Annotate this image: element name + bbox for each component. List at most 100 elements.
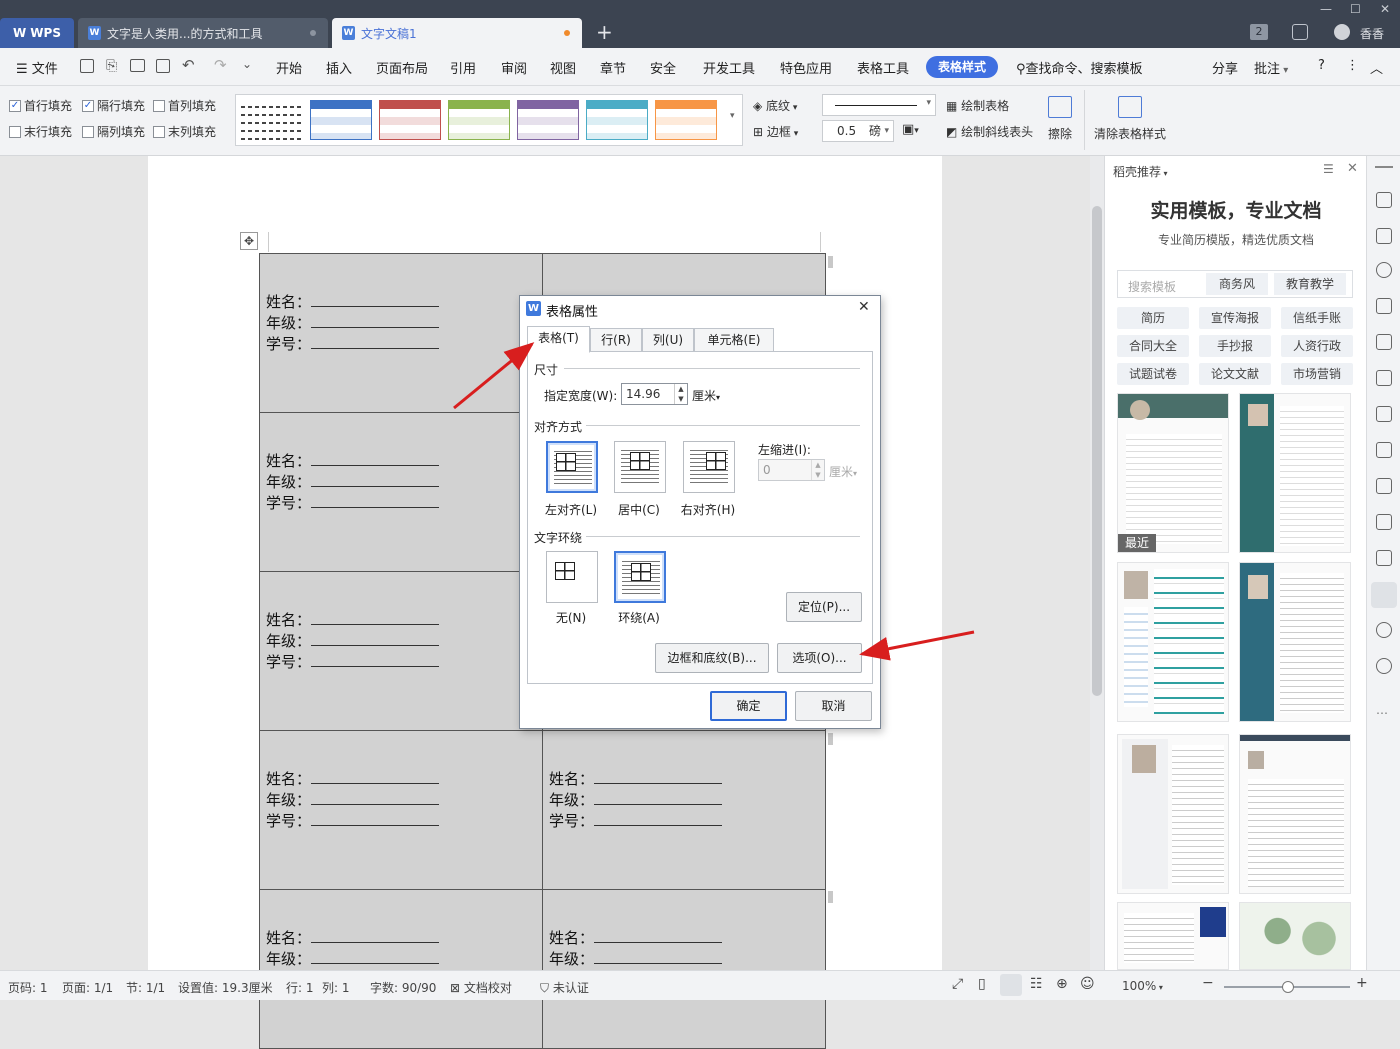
share-button[interactable]: 分享 xyxy=(1212,58,1238,77)
lock-icon[interactable] xyxy=(1376,406,1392,422)
table-style-swatch[interactable] xyxy=(448,100,510,140)
draw-table-button[interactable]: ▦ 绘制表格 xyxy=(946,97,1009,114)
table-cell[interactable]: 姓名： 年级： 学号： xyxy=(259,253,543,413)
position-button[interactable]: 定位(P)... xyxy=(786,592,862,622)
fill-in-line[interactable] xyxy=(311,791,440,805)
more-quick-icon[interactable]: ⌄ xyxy=(242,57,252,71)
menu-item-security[interactable]: 安全 xyxy=(650,58,676,77)
maximize-icon[interactable]: ☐ xyxy=(1350,2,1361,16)
menu-item-chapter[interactable]: 章节 xyxy=(600,58,626,77)
status-pages[interactable]: 页面: 1/1 xyxy=(62,979,113,996)
chip-hr-admin[interactable]: 人资行政 xyxy=(1281,335,1353,357)
tab-table[interactable]: 表格(T) xyxy=(527,326,590,353)
export-icon[interactable]: ⎘ xyxy=(106,58,117,74)
template-thumbnail[interactable] xyxy=(1239,734,1351,894)
table-cell[interactable]: 姓名： 年级： 学号： xyxy=(259,412,543,572)
search-command[interactable]: ⚲查找命令、搜索模板 xyxy=(1016,58,1143,77)
sidebar-header[interactable]: 稻壳推荐 ▾ xyxy=(1113,163,1168,180)
width-unit-select[interactable]: 厘米▾ xyxy=(692,387,720,404)
print-icon[interactable] xyxy=(130,59,145,72)
fill-in-line[interactable] xyxy=(311,611,440,625)
gallery-expand-icon[interactable]: ▾ xyxy=(730,111,735,121)
wrap-around-option[interactable] xyxy=(614,551,666,603)
tab-column[interactable]: 列(U) xyxy=(642,328,694,352)
zoom-slider[interactable] xyxy=(1224,981,1350,993)
line-width-select[interactable]: 0.5 磅 ▾ xyxy=(822,120,894,142)
chip-exam[interactable]: 试题试卷 xyxy=(1117,363,1189,385)
options-button[interactable]: 选项(O)... xyxy=(777,643,862,673)
checkbox-last-column-fill[interactable]: 末列填充 xyxy=(153,123,216,140)
menu-item-insert[interactable]: 插入 xyxy=(326,58,352,77)
fill-in-line[interactable] xyxy=(594,770,723,784)
fill-in-line[interactable] xyxy=(311,929,440,943)
status-word-count[interactable]: 字数: 90/90 xyxy=(370,979,436,996)
template-thumbnail[interactable] xyxy=(1239,562,1351,722)
chart-icon[interactable] xyxy=(1376,622,1392,638)
status-setting-value[interactable]: 设置值: 19.3厘米 xyxy=(178,979,273,996)
indent-input[interactable]: 0 ▲ ▼ xyxy=(758,459,825,481)
erase-button[interactable]: 擦除 xyxy=(1048,125,1072,142)
fill-in-line[interactable] xyxy=(594,929,723,943)
template-thumbnail[interactable]: 最近 xyxy=(1117,393,1229,553)
fill-in-line[interactable] xyxy=(311,473,440,487)
table-cell[interactable]: 姓名： 年级： 学号： xyxy=(259,571,543,731)
clear-style-icon[interactable] xyxy=(1118,96,1142,118)
clear-table-style-button[interactable]: 清除表格样式 xyxy=(1094,125,1166,142)
skin-icon[interactable] xyxy=(1292,24,1308,40)
table-style-swatch[interactable] xyxy=(310,100,372,140)
new-tab-button[interactable]: + xyxy=(596,20,613,44)
zoom-in-icon[interactable]: + xyxy=(1356,975,1368,991)
help-circle-icon[interactable] xyxy=(1376,658,1392,674)
sidebar-close-icon[interactable]: ✕ xyxy=(1347,161,1358,176)
menu-item-table-style[interactable]: 表格样式 xyxy=(926,56,998,78)
menu-item-layout[interactable]: 页面布局 xyxy=(376,58,428,77)
template-active-icon[interactable] xyxy=(1371,582,1397,608)
wrap-none-option[interactable] xyxy=(546,551,598,603)
table-cell[interactable]: 姓名： 年级： xyxy=(259,889,543,1049)
fullscreen-icon[interactable]: ⤢ xyxy=(952,976,963,992)
select-icon[interactable] xyxy=(1376,228,1392,244)
document-scrollbar[interactable] xyxy=(1090,156,1104,970)
shading-button[interactable]: ◈ 底纹 ▾ xyxy=(753,97,797,114)
menu-item-review[interactable]: 审阅 xyxy=(501,58,527,77)
table-style-swatch[interactable] xyxy=(517,100,579,140)
comment-button[interactable]: 批注 ▾ xyxy=(1254,58,1288,77)
archive-icon[interactable] xyxy=(1376,514,1392,530)
zoom-slider-thumb[interactable] xyxy=(1282,981,1294,993)
chip-handwritten[interactable]: 手抄报 xyxy=(1199,335,1271,357)
close-window-icon[interactable]: ✕ xyxy=(1380,2,1390,16)
minimize-icon[interactable]: — xyxy=(1320,2,1332,16)
shapes-icon[interactable] xyxy=(1376,262,1392,278)
chip-stationery[interactable]: 信纸手账 xyxy=(1281,307,1353,329)
status-column[interactable]: 列: 1 xyxy=(322,979,350,996)
web-view-icon[interactable]: ⊕ xyxy=(1056,976,1068,992)
avatar[interactable] xyxy=(1334,24,1350,40)
table-cell[interactable]: 姓名： 年级： 学号： xyxy=(259,730,543,890)
template-thumbnail[interactable] xyxy=(1117,562,1229,722)
file-menu[interactable]: ☰ 文件 xyxy=(16,58,58,77)
tab-wps-home[interactable]: W WPS xyxy=(0,18,74,48)
image-search-icon[interactable] xyxy=(1376,442,1392,458)
help-icon[interactable]: ? xyxy=(1318,58,1325,73)
borders-shading-button[interactable]: 边框和底纹(B)... xyxy=(655,643,769,673)
fill-in-line[interactable] xyxy=(311,452,440,466)
tab-document-1[interactable]: W 文字是人类用...的方式和工具 xyxy=(78,18,328,48)
collapse-ribbon-icon[interactable]: ︿ xyxy=(1370,58,1383,77)
zoom-out-icon[interactable]: − xyxy=(1202,975,1214,991)
table-style-swatch[interactable] xyxy=(241,100,303,140)
chip-poster[interactable]: 宣传海报 xyxy=(1199,307,1271,329)
settings-sliders-icon[interactable] xyxy=(1376,370,1392,386)
page-view-icon[interactable] xyxy=(1000,974,1022,996)
more-tools-icon[interactable]: ⋯ xyxy=(1376,706,1388,720)
redo-icon[interactable]: ↷ xyxy=(214,56,227,74)
menu-item-table-tools[interactable]: 表格工具 xyxy=(857,58,909,77)
table-cell[interactable]: 姓名： 年级： 学号： xyxy=(542,730,826,890)
chip-contracts[interactable]: 合同大全 xyxy=(1117,335,1189,357)
proofread-button[interactable]: ⊠ 文档校对 xyxy=(450,979,512,996)
scrollbar-thumb[interactable] xyxy=(1092,206,1102,696)
template-thumbnail[interactable] xyxy=(1239,902,1351,970)
checkbox-banded-rows[interactable]: ✓ 隔行填充 xyxy=(82,97,145,114)
table-style-swatch[interactable] xyxy=(586,100,648,140)
read-mode-icon[interactable]: ▯ xyxy=(978,976,986,992)
template-thumbnail[interactable] xyxy=(1239,393,1351,553)
